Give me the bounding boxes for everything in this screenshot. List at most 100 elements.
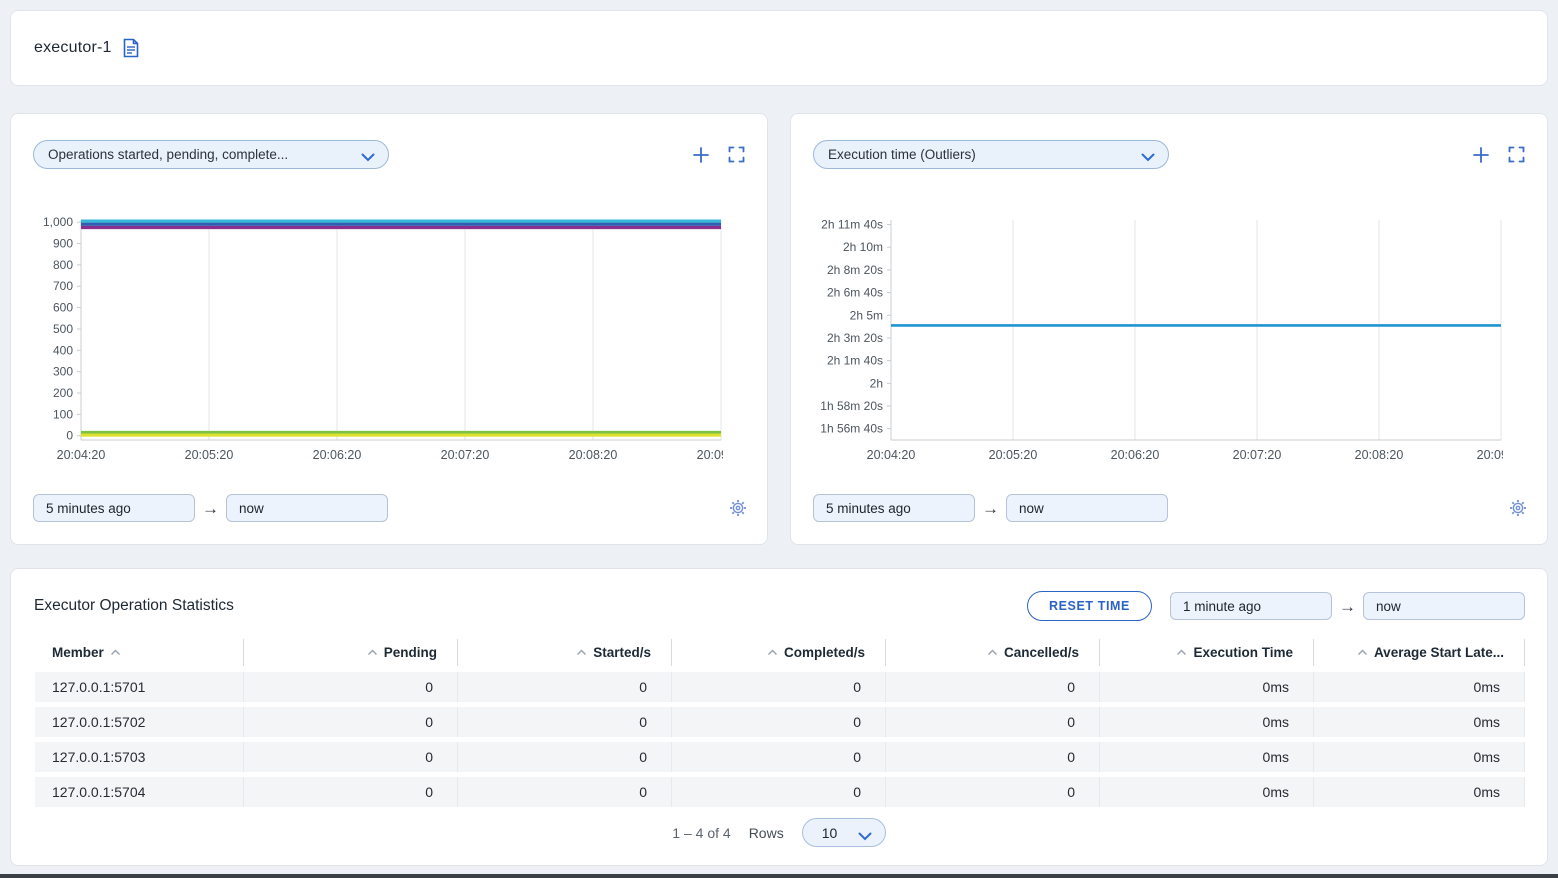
arrow-right-icon: → [982, 500, 999, 517]
column-header-completed-s[interactable]: Completed/s [671, 639, 885, 666]
svg-text:2h 5m: 2h 5m [850, 308, 883, 322]
reset-time-button[interactable]: RESET TIME [1027, 591, 1152, 621]
column-header-pending[interactable]: Pending [243, 639, 457, 666]
metric-select[interactable]: Operations started, pending, complete... [33, 140, 389, 169]
column-header-started-s[interactable]: Started/s [457, 639, 671, 666]
sort-caret-icon [767, 649, 778, 656]
member-cell: 127.0.0.1:5703 [35, 742, 243, 772]
svg-text:2h 8m 20s: 2h 8m 20s [827, 263, 883, 277]
value-cell: 0 [243, 742, 457, 772]
value-cell: 0ms [1313, 742, 1525, 772]
table-row[interactable]: 127.0.0.1:570300000ms0ms [35, 742, 1525, 772]
pagination: 1 – 4 of 4 Rows 10 [11, 818, 1547, 847]
value-cell: 0 [671, 777, 885, 807]
sort-caret-icon [576, 649, 587, 656]
svg-text:800: 800 [53, 258, 73, 272]
svg-text:2h 6m 40s: 2h 6m 40s [827, 286, 883, 300]
svg-text:0: 0 [66, 429, 73, 443]
table-row[interactable]: 127.0.0.1:570100000ms0ms [35, 672, 1525, 702]
value-cell: 0ms [1313, 707, 1525, 737]
svg-text:20:08:20: 20:08:20 [569, 448, 618, 462]
column-header-label: Average Start Late... [1374, 645, 1504, 660]
column-header-label: Execution Time [1193, 645, 1293, 660]
svg-text:2h 11m 40s: 2h 11m 40s [821, 218, 883, 232]
value-cell: 0 [457, 742, 671, 772]
chevron-down-icon [361, 150, 375, 165]
table-body: 127.0.0.1:570100000ms0ms127.0.0.1:570200… [35, 672, 1525, 812]
chart-panel-operations: Operations started, pending, complete...… [10, 113, 768, 545]
title-card: executor-1 [10, 10, 1548, 86]
value-cell: 0 [243, 672, 457, 702]
column-header-label: Member [52, 645, 104, 660]
svg-text:900: 900 [53, 236, 73, 250]
svg-text:500: 500 [53, 322, 73, 336]
chevron-down-icon [1141, 150, 1155, 165]
column-header-label: Cancelled/s [1004, 645, 1079, 660]
svg-text:20:06:20: 20:06:20 [1111, 448, 1160, 462]
metric-select-value: Operations started, pending, complete... [48, 147, 288, 162]
add-chart-button[interactable] [1472, 146, 1490, 164]
time-from-input[interactable] [813, 494, 975, 522]
fullscreen-button[interactable] [1508, 146, 1525, 163]
svg-text:2h 10m: 2h 10m [843, 240, 883, 254]
column-header-label: Completed/s [784, 645, 865, 660]
settings-gear-icon[interactable] [1509, 499, 1527, 517]
svg-text:1h 56m 40s: 1h 56m 40s [820, 422, 883, 436]
value-cell: 0 [671, 742, 885, 772]
member-cell: 127.0.0.1:5704 [35, 777, 243, 807]
window-bottom-edge [0, 874, 1558, 878]
stats-time-from-input[interactable] [1170, 592, 1332, 620]
svg-text:20:05:20: 20:05:20 [989, 448, 1038, 462]
page-title: executor-1 [34, 39, 112, 57]
stats-time-to-input[interactable] [1363, 592, 1525, 620]
value-cell: 0 [243, 777, 457, 807]
arrow-right-icon: → [202, 500, 219, 517]
line-chart-operations: 01002003004005006007008009001,00020:04:2… [17, 214, 723, 468]
sort-caret-icon [987, 649, 998, 656]
value-cell: 0ms [1099, 707, 1313, 737]
value-cell: 0 [885, 672, 1099, 702]
column-header-execution-time[interactable]: Execution Time [1099, 639, 1313, 666]
value-cell: 0 [457, 672, 671, 702]
svg-text:1h 58m 20s: 1h 58m 20s [820, 399, 883, 413]
sort-caret-icon [1357, 649, 1368, 656]
add-chart-button[interactable] [692, 146, 710, 164]
svg-text:20:05:20: 20:05:20 [185, 448, 234, 462]
time-to-input[interactable] [1006, 494, 1168, 522]
table-header: Member Pending Started/s Completed/s Cancell… [35, 639, 1525, 666]
svg-text:20:04:20: 20:04:20 [57, 448, 106, 462]
metric-select-value: Execution time (Outliers) [828, 147, 976, 162]
sort-caret-icon [110, 649, 121, 656]
sort-caret-icon [1176, 649, 1187, 656]
value-cell: 0 [243, 707, 457, 737]
fullscreen-button[interactable] [728, 146, 745, 163]
metric-select[interactable]: Execution time (Outliers) [813, 140, 1169, 169]
value-cell: 0 [671, 707, 885, 737]
time-to-input[interactable] [226, 494, 388, 522]
column-header-member[interactable]: Member [35, 639, 243, 666]
rows-per-page-select[interactable]: 10 [802, 818, 886, 847]
value-cell: 0 [885, 742, 1099, 772]
chevron-down-icon [858, 828, 872, 844]
line-chart-execution-time: 1h 56m 40s1h 58m 20s2h2h 1m 40s2h 3m 20s… [797, 214, 1503, 468]
pagination-range: 1 – 4 of 4 [672, 825, 730, 841]
svg-text:1,000: 1,000 [43, 215, 73, 229]
time-from-input[interactable] [33, 494, 195, 522]
value-cell: 0ms [1099, 777, 1313, 807]
svg-text:2h 1m 40s: 2h 1m 40s [827, 354, 883, 368]
svg-text:20:07:20: 20:07:20 [1233, 448, 1282, 462]
column-header-cancelled-s[interactable]: Cancelled/s [885, 639, 1099, 666]
column-header-label: Pending [384, 645, 437, 660]
column-header-average-start-late[interactable]: Average Start Late... [1313, 639, 1525, 666]
rows-label: Rows [749, 825, 784, 841]
document-icon[interactable] [122, 38, 140, 58]
value-cell: 0ms [1313, 672, 1525, 702]
arrow-right-icon: → [1339, 598, 1356, 615]
table-row[interactable]: 127.0.0.1:570400000ms0ms [35, 777, 1525, 807]
value-cell: 0 [457, 777, 671, 807]
settings-gear-icon[interactable] [729, 499, 747, 517]
executor-statistics-card: Executor Operation Statistics RESET TIME… [10, 568, 1548, 866]
chart-panel-execution-time: Execution time (Outliers) 1h 56m 40s 1h 5… [790, 113, 1548, 545]
table-row[interactable]: 127.0.0.1:570200000ms0ms [35, 707, 1525, 737]
value-cell: 0 [671, 672, 885, 702]
